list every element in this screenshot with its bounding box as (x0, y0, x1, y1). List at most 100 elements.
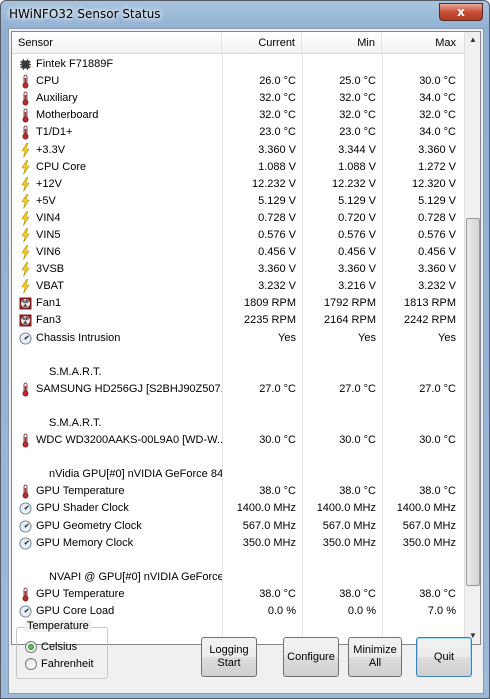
scroll-up-icon[interactable]: ▲ (465, 32, 480, 48)
sensor-max-value: 0.576 V (418, 228, 456, 241)
sensor-label: SAMSUNG HD256GJ [S2BHJ90Z507... (36, 382, 222, 395)
sensor-label: GPU Temperature (36, 587, 125, 600)
sensor-row[interactable]: Fan3 2235 RPM 2164 RPM 2242 RPM (12, 312, 465, 329)
minimize-all-button[interactable]: Minimize All (348, 637, 402, 677)
sensor-current-value: 5.129 V (258, 194, 296, 207)
sensor-row[interactable]: VIN4 0.728 V 0.720 V 0.728 V (12, 210, 465, 227)
column-header-sensor[interactable]: Sensor (12, 32, 222, 54)
sensor-min-value: 0.456 V (338, 246, 376, 259)
sensor-current-value: 3.232 V (258, 280, 296, 293)
sensor-row[interactable]: 3VSB 3.360 V 3.360 V 3.360 V (12, 261, 465, 278)
sensor-row[interactable]: GPU Shader Clock 1400.0 MHz 1400.0 MHz 1400… (12, 500, 465, 517)
sensor-label: CPU (36, 75, 60, 88)
sensor-min-value (302, 415, 382, 432)
sensor-row[interactable]: Fan1 1809 RPM 1792 RPM 1813 RPM (12, 295, 465, 312)
temperature-unit-group: Temperature Celsius Fahrenheit (16, 620, 108, 679)
radio-celsius[interactable]: Celsius (25, 641, 77, 653)
column-header-min[interactable]: Min (302, 32, 382, 54)
sensor-label: Chassis Intrusion (36, 331, 121, 344)
sensor-current-value: 1400.0 MHz (236, 502, 296, 515)
logging-button-line1: Logging (209, 644, 249, 656)
column-header-current[interactable]: Current (222, 32, 302, 54)
minimize-button-line2: All (368, 657, 382, 669)
gauge-icon (19, 519, 32, 534)
client-area: Sensor Current Min Max Fintek F71889F CPU… (8, 28, 484, 694)
sensor-min-value (302, 347, 382, 364)
sensor-current-value: 0.0 % (267, 605, 296, 618)
sensor-max-value: 38.0 °C (419, 587, 456, 600)
sensor-max-value: 34.0 °C (419, 126, 456, 139)
quit-button[interactable]: Quit (416, 637, 472, 677)
sensor-row[interactable]: Motherboard 32.0 °C 32.0 °C 32.0 °C (12, 107, 465, 124)
sensor-current-value (222, 364, 302, 381)
sensor-group-header[interactable]: Fintek F71889F (12, 56, 465, 73)
list-header: Sensor Current Min Max (12, 32, 465, 54)
voltage-bolt-icon (19, 142, 32, 158)
vertical-scrollbar[interactable]: ▲ ▼ (464, 32, 480, 644)
sensor-label: WDC WD3200AAKS-00L9A0 [WD-W... (36, 434, 222, 447)
sensor-current-value: 30.0 °C (259, 434, 296, 447)
sensor-max-value: 12.320 V (411, 177, 456, 190)
sensor-list[interactable]: Sensor Current Min Max Fintek F71889F CPU… (11, 31, 481, 645)
gauge-icon (19, 501, 32, 516)
close-button[interactable]: x (439, 3, 483, 21)
sensor-current-value (222, 466, 302, 483)
sensor-row[interactable]: Chassis Intrusion Yes Yes Yes (12, 330, 465, 347)
sensor-min-value: 25.0 °C (339, 75, 376, 88)
sensor-min-value (302, 56, 382, 73)
gauge-icon (19, 536, 32, 551)
sensor-min-value (302, 398, 382, 415)
sensor-current-value (222, 398, 302, 415)
sensor-current-value: 2235 RPM (244, 314, 296, 327)
sensor-max-value: 3.232 V (418, 280, 456, 293)
sensor-row[interactable]: VIN6 0.456 V 0.456 V 0.456 V (12, 244, 465, 261)
title-bar[interactable]: HWiNFO32 Sensor Status x (1, 1, 489, 27)
voltage-bolt-icon (19, 279, 32, 294)
sensor-group-header[interactable]: S.M.A.R.T. (12, 364, 465, 381)
sensor-group-header[interactable]: NVAPI @ GPU[#0] nVIDIA GeForce ... (12, 569, 465, 586)
sensor-row[interactable]: +5V 5.129 V 5.129 V 5.129 V (12, 193, 465, 210)
temperature-group-title: Temperature (25, 620, 91, 632)
sensor-row[interactable]: VBAT 3.232 V 3.216 V 3.232 V (12, 278, 465, 295)
sensor-group-header[interactable]: S.M.A.R.T. (12, 415, 465, 432)
sensor-row[interactable]: VIN5 0.576 V 0.576 V 0.576 V (12, 227, 465, 244)
sensor-group-header[interactable]: nVidia GPU[#0] nVIDIA GeForce 84... (12, 466, 465, 483)
voltage-bolt-icon (19, 176, 32, 192)
sensor-row[interactable]: GPU Memory Clock 350.0 MHz 350.0 MHz 350.0 … (12, 535, 465, 552)
sensor-current-value: 12.232 V (251, 177, 296, 190)
sensor-row[interactable]: T1/D1+ 23.0 °C 23.0 °C 34.0 °C (12, 124, 465, 141)
sensor-row[interactable]: WDC WD3200AAKS-00L9A0 [WD-W... 30.0 °C 30.… (12, 432, 465, 449)
sensor-name-cell: +3.3V (12, 142, 222, 159)
sensor-row[interactable]: GPU Temperature 38.0 °C 38.0 °C 38.0 °C (12, 483, 465, 500)
sensor-max-value: 1.272 V (418, 160, 456, 173)
sensor-row[interactable]: +3.3V 3.360 V 3.344 V 3.360 V (12, 141, 465, 158)
sensor-min-value: Yes (358, 331, 376, 344)
sensor-row[interactable]: SAMSUNG HD256GJ [S2BHJ90Z507... 27.0 °C 27… (12, 381, 465, 398)
voltage-bolt-icon (19, 159, 32, 175)
sensor-min-value: 1792 RPM (324, 297, 376, 310)
sensor-label: +3.3V (36, 143, 66, 156)
sensor-row[interactable]: CPU 26.0 °C 25.0 °C 30.0 °C (12, 73, 465, 90)
sensor-max-value: 34.0 °C (419, 92, 456, 105)
sensor-name-cell: +12V (12, 176, 222, 193)
sensor-label: GPU Shader Clock (36, 502, 129, 515)
sensor-current-value: 0.456 V (258, 246, 296, 259)
sensor-row[interactable]: GPU Core Load 0.0 % 0.0 % 7.0 % (12, 603, 465, 620)
sensor-max-value: 0.456 V (418, 246, 456, 259)
window-title: HWiNFO32 Sensor Status (9, 7, 161, 21)
voltage-bolt-icon (19, 228, 32, 243)
blank-icon (19, 365, 32, 380)
sensor-row[interactable]: +12V 12.232 V 12.232 V 12.320 V (12, 176, 465, 193)
column-header-max[interactable]: Max (382, 32, 462, 54)
sensor-label: Fintek F71889F (36, 58, 114, 71)
sensor-row[interactable]: GPU Geometry Clock 567.0 MHz 567.0 MHz 567.… (12, 518, 465, 535)
sensor-max-value: 567.0 MHz (402, 519, 456, 532)
sensor-rows: Fintek F71889F CPU 26.0 °C 25.0 °C 30.0 °C Au… (12, 56, 465, 620)
sensor-row[interactable]: CPU Core 1.088 V 1.088 V 1.272 V (12, 159, 465, 176)
logging-start-button[interactable]: Logging Start (201, 637, 257, 677)
sensor-row[interactable]: Auxiliary 32.0 °C 32.0 °C 34.0 °C (12, 90, 465, 107)
configure-button[interactable]: Configure (283, 637, 339, 677)
radio-fahrenheit[interactable]: Fahrenheit (25, 658, 94, 670)
scrollbar-thumb[interactable] (466, 218, 480, 586)
sensor-row[interactable]: GPU Temperature 38.0 °C 38.0 °C 38.0 °C (12, 586, 465, 603)
